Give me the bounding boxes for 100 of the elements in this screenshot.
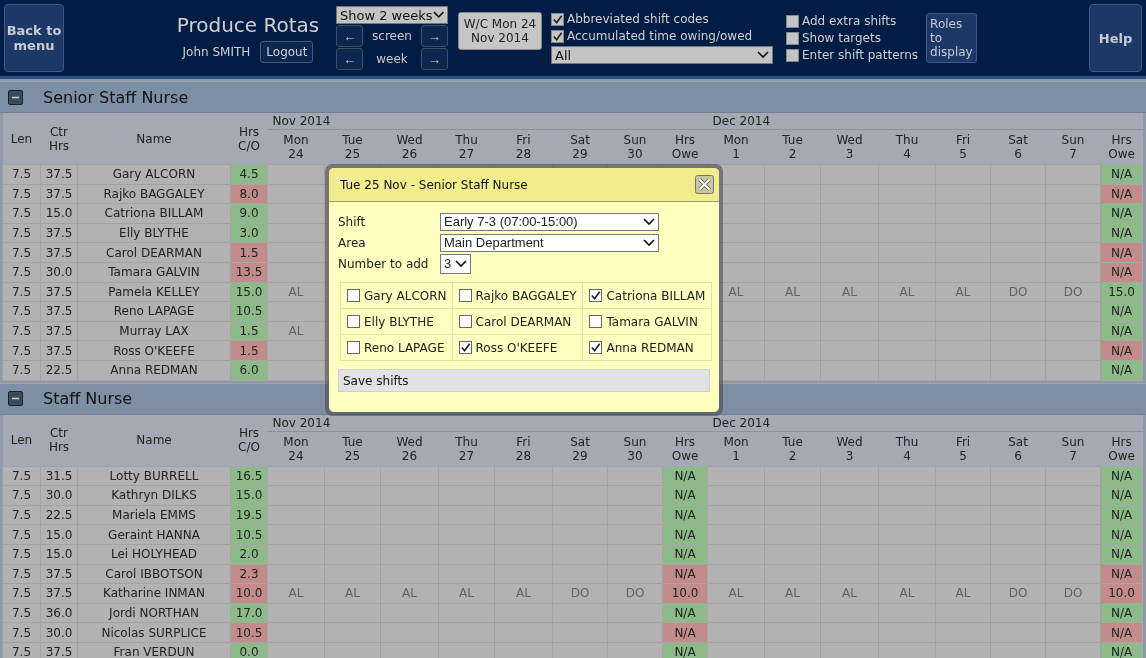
column-header: Ctr Hrs: [40, 414, 78, 467]
chevron-icon: [432, 11, 444, 19]
field-label: Area: [338, 235, 367, 250]
day-header: Tue 2: [764, 431, 821, 467]
dropdown[interactable]: 3: [440, 253, 471, 274]
column-header: Name: [77, 414, 231, 467]
checkbox[interactable]: [786, 48, 799, 62]
nav-label: screen: [372, 29, 412, 43]
collapse-icon[interactable]: [8, 89, 23, 105]
checkbox[interactable]: [458, 315, 472, 328]
table-cell: Gary ALCORN: [77, 164, 231, 185]
roles-button[interactable]: Roles to display: [926, 13, 978, 63]
chevron-icon: [757, 51, 769, 59]
table-cell: 7.5: [2, 321, 41, 341]
table-cell: 4.5: [230, 164, 268, 185]
day-header: Sat 29: [552, 129, 608, 165]
logout-button[interactable]: Logout: [260, 41, 314, 63]
day-header: Wed 26: [380, 431, 439, 467]
option-label: Accumulated time owing/owed: [567, 29, 753, 43]
checkbox[interactable]: [347, 315, 360, 328]
staff-name: Rajko BAGGALEY: [475, 288, 577, 303]
week-button[interactable]: W/C Mon 24 Nov 2014: [458, 12, 542, 50]
dropdown[interactable]: Main Department: [440, 233, 659, 252]
day-header: Thu 4: [878, 129, 936, 165]
staff-name: Tamara GALVIN: [606, 314, 698, 329]
day-header: Sun 30: [607, 129, 663, 165]
day-header: Mon 24: [267, 129, 325, 165]
table-cell: 7.5: [2, 603, 41, 623]
checkbox[interactable]: [551, 29, 564, 43]
table-cell: 7.5: [2, 340, 41, 361]
column-header: Hrs Owe: [662, 431, 708, 467]
collapse-icon[interactable]: [8, 391, 23, 407]
day-header: Fri 28: [494, 431, 553, 467]
day-header: Fri 5: [935, 431, 991, 467]
table-cell: 7.5: [2, 262, 41, 283]
table-cell: 7.5: [2, 164, 41, 185]
table-cell: 7.5: [2, 622, 41, 643]
checkbox[interactable]: [589, 315, 603, 328]
table-cell: 7.5: [2, 524, 41, 545]
table-cell: 16.5: [230, 466, 268, 486]
previous-button[interactable]: ←: [336, 48, 363, 70]
day-header: Thu 27: [438, 129, 495, 165]
table-cell: 7.5: [2, 203, 41, 224]
day-header: Mon 24: [267, 431, 325, 467]
checkbox[interactable]: [347, 289, 360, 302]
day-header: Sun 30: [607, 431, 663, 467]
day-header: Tue 25: [324, 431, 381, 467]
staff-name: Catriona BILLAM: [606, 288, 706, 303]
day-header: Thu 4: [878, 431, 936, 467]
table-cell: 37.5: [40, 164, 78, 185]
staff-name: Gary ALCORN: [364, 288, 447, 303]
save-shifts-button[interactable]: Save shifts: [338, 369, 710, 392]
back-button[interactable]: Back to menu: [4, 4, 64, 72]
help-button[interactable]: Help: [1089, 4, 1142, 72]
table-cell: 7.5: [2, 223, 41, 243]
option-label: Add extra shifts: [802, 14, 897, 28]
next-button[interactable]: →: [421, 48, 448, 70]
day-header: Sat 29: [552, 431, 608, 467]
day-header: Tue 2: [764, 129, 821, 165]
checkbox[interactable]: [551, 12, 564, 26]
day-header: Thu 27: [438, 431, 495, 467]
filter-select[interactable]: All: [551, 46, 773, 64]
checkbox[interactable]: [589, 341, 603, 354]
staff-name: Ross O'KEEFE: [475, 340, 558, 355]
day-header: Wed 3: [820, 129, 879, 165]
chevron-icon: [455, 259, 467, 268]
day-header: Mon 1: [707, 129, 765, 165]
table-cell: 7.5: [2, 544, 41, 564]
day-header: Fri 28: [494, 129, 553, 165]
table-cell: Lotty BURRELL: [77, 466, 231, 486]
dropdown[interactable]: Early 7-3 (07:00-15:00): [440, 212, 659, 231]
checkbox[interactable]: [589, 289, 603, 302]
day-header: Tue 25: [324, 129, 381, 165]
column-header: Ctr Hrs: [40, 113, 78, 165]
staff-name: Reno LAPAGE: [364, 340, 445, 355]
checkbox[interactable]: [786, 31, 799, 45]
dialog-title: Tue 25 Nov - Senior Staff Nurse: [340, 177, 528, 192]
option-label: Enter shift patterns: [802, 48, 919, 62]
staff-name: Carol DEARMAN: [475, 314, 572, 329]
close-icon[interactable]: [695, 175, 714, 194]
column-header: Hrs Owe: [662, 129, 708, 165]
table-cell: 7.5: [2, 485, 41, 506]
column-header: Len: [2, 414, 41, 467]
next-button[interactable]: →: [421, 25, 448, 47]
column-header: Len: [2, 113, 41, 165]
section-title: Staff Nurse: [43, 389, 133, 409]
previous-button[interactable]: ←: [336, 25, 363, 47]
checkbox[interactable]: [458, 289, 472, 302]
nav-label: week: [376, 52, 408, 66]
checkbox[interactable]: [786, 14, 799, 28]
option-label: Show targets: [802, 31, 881, 45]
checkbox[interactable]: [347, 341, 360, 354]
table-cell: 7.5: [2, 301, 41, 322]
table-cell: 7.5: [2, 583, 41, 604]
field-label: Number to add: [338, 256, 430, 271]
table-cell: 7.5: [2, 360, 41, 381]
user-name: John SMITH: [182, 45, 251, 59]
range-select[interactable]: Show 2 weeks: [336, 6, 448, 24]
table-cell: 31.5: [40, 466, 78, 486]
checkbox[interactable]: [458, 341, 472, 354]
